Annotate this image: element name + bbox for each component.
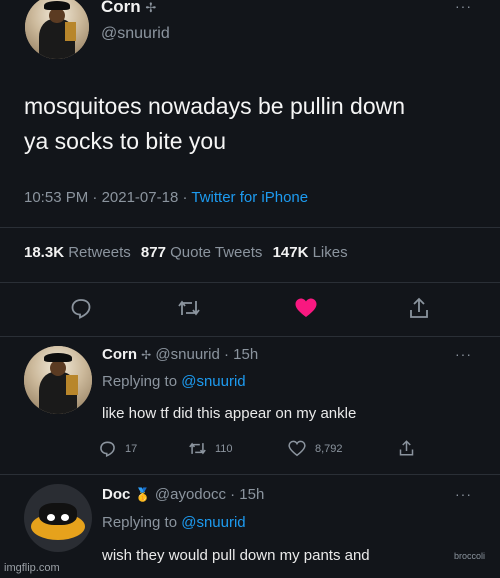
retweet-action[interactable]: 110 — [188, 440, 233, 457]
retweets-stat[interactable]: 18.3K Retweets — [24, 244, 135, 261]
replying-to-link[interactable]: @snuurid — [181, 514, 245, 531]
tweet-source-link[interactable]: Twitter for iPhone — [191, 189, 308, 206]
replying-to-label: Replying to — [102, 514, 178, 531]
separator: · — [182, 189, 188, 206]
retweets-label: Retweets — [68, 244, 131, 261]
likes-label: Likes — [312, 244, 348, 261]
avatar[interactable] — [24, 484, 92, 552]
more-options-icon[interactable]: ··· — [455, 486, 472, 502]
replying-to-label: Replying to — [102, 373, 178, 390]
heart-icon — [295, 298, 317, 317]
more-options-icon[interactable]: ··· — [455, 0, 472, 14]
divider — [0, 282, 500, 283]
tweet-time[interactable]: 10:53 PM — [24, 189, 88, 206]
share-action[interactable] — [398, 439, 415, 457]
reply-count: 17 — [125, 442, 138, 455]
verified-badge-icon: ✢ — [145, 0, 157, 15]
tweet-meta: 10:53 PM · 2021-07-18 · Twitter for iPho… — [24, 189, 308, 206]
medal-icon: 🥇 — [134, 487, 151, 502]
like-button[interactable] — [294, 297, 318, 319]
like-action[interactable]: 8,792 — [288, 440, 343, 457]
credit-watermark: broccoli — [454, 551, 486, 561]
reply-action[interactable]: 17 — [99, 440, 137, 457]
quotes-label: Quote Tweets — [170, 244, 263, 261]
verified-badge-icon: ✢ — [141, 348, 152, 362]
retweet-count: 110 — [215, 442, 233, 455]
quotes-stat[interactable]: 877 Quote Tweets — [141, 244, 267, 261]
retweets-count: 18.3K — [24, 244, 65, 261]
likes-count: 147K — [272, 244, 309, 261]
handle-time[interactable]: @ayodocc · 15h — [155, 486, 264, 503]
share-icon — [410, 297, 428, 318]
heart-outline-icon — [288, 440, 306, 457]
tweet-text: mosquitoes nowadays be pullin down ya so… — [24, 89, 405, 159]
display-name[interactable]: Doc — [102, 486, 130, 503]
divider — [0, 336, 500, 337]
separator: · — [92, 189, 98, 206]
retweet-icon — [189, 442, 206, 455]
reply-button[interactable] — [70, 297, 92, 319]
like-count: 8,792 — [315, 442, 343, 455]
display-name[interactable]: Corn — [102, 346, 137, 363]
divider — [0, 227, 500, 228]
tweet-stats: 18.3K Retweets 877 Quote Tweets 147K Lik… — [24, 244, 348, 261]
avatar[interactable] — [25, 0, 89, 59]
reply-icon — [71, 299, 91, 319]
retweet-icon — [178, 300, 200, 316]
tweet-text-line: ya socks to bite you — [24, 128, 226, 154]
reply-text: like how tf did this appear on my ankle — [102, 405, 357, 422]
share-button[interactable] — [408, 296, 430, 320]
display-name[interactable]: Corn — [101, 0, 141, 16]
reply-icon — [100, 441, 115, 457]
avatar[interactable] — [24, 346, 92, 414]
likes-stat[interactable]: 147K Likes — [273, 244, 348, 261]
retweet-button[interactable] — [177, 297, 201, 319]
replying-to-link[interactable]: @snuurid — [181, 373, 245, 390]
more-options-icon[interactable]: ··· — [455, 346, 472, 362]
handle-time[interactable]: @snuurid · 15h — [155, 346, 258, 363]
tweet-date[interactable]: 2021-07-18 — [102, 189, 179, 206]
imgflip-watermark: imgflip.com — [4, 562, 60, 574]
quotes-count: 877 — [140, 244, 166, 261]
reply-text: wish they would pull down my pants and — [102, 547, 370, 564]
handle[interactable]: @snuurid — [101, 25, 170, 43]
share-icon — [399, 440, 414, 456]
tweet-text-line: mosquitoes nowadays be pullin down — [24, 93, 406, 119]
divider — [0, 474, 500, 475]
